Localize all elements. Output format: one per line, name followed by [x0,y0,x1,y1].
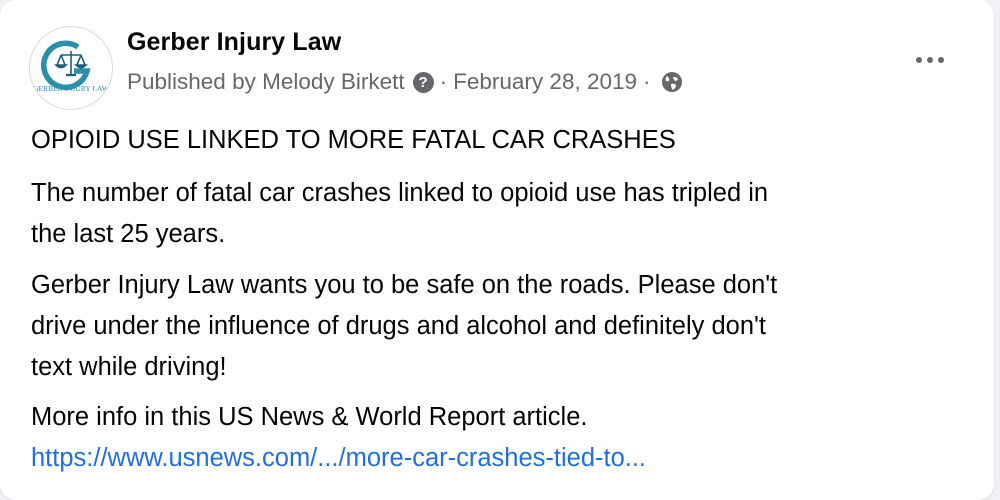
post-paragraph-1: The number of fatal car crashes linked t… [31,173,966,255]
more-dot [938,57,944,63]
post-paragraph-3: More info in this US News & World Report… [31,397,966,479]
more-dot [927,57,933,63]
post-date-link[interactable]: February 28, 2019 [453,69,637,95]
meta-separator: · [643,69,651,94]
gerber-logo-icon: GERBER INJURY LAW [31,28,111,108]
text-line: drive under the influence of drugs and a… [31,312,766,340]
published-by-text: Published by Melody Birkett [127,69,405,94]
post-paragraph-2: Gerber Injury Law wants you to be safe o… [31,265,966,388]
post-title: OPIOID USE LINKED TO MORE FATAL CAR CRAS… [31,126,676,154]
logo-ring-text: GERBER INJURY LAW [33,84,110,93]
globe-icon[interactable] [661,71,683,93]
text-line: Gerber Injury Law wants you to be safe o… [31,271,778,299]
text-line: More info in this US News & World Report… [31,403,588,431]
post-card: GERBER INJURY LAW Gerber Injury Law Publ… [0,0,994,500]
meta-separator: · [439,69,448,94]
page-name-link[interactable]: Gerber Injury Law [127,28,341,57]
page-avatar[interactable]: GERBER INJURY LAW [29,26,113,110]
more-options-button[interactable] [908,45,952,75]
post-meta: Published by Melody Birkett ? · February… [127,69,683,95]
article-link[interactable]: https://www.usnews.com/.../more-car-cras… [31,438,966,479]
text-line: The number of fatal car crashes linked t… [31,179,769,207]
help-icon[interactable]: ? [412,71,434,93]
text-line: the last 25 years. [31,220,226,248]
more-dot [916,57,922,63]
text-line: text while driving! [31,353,227,381]
